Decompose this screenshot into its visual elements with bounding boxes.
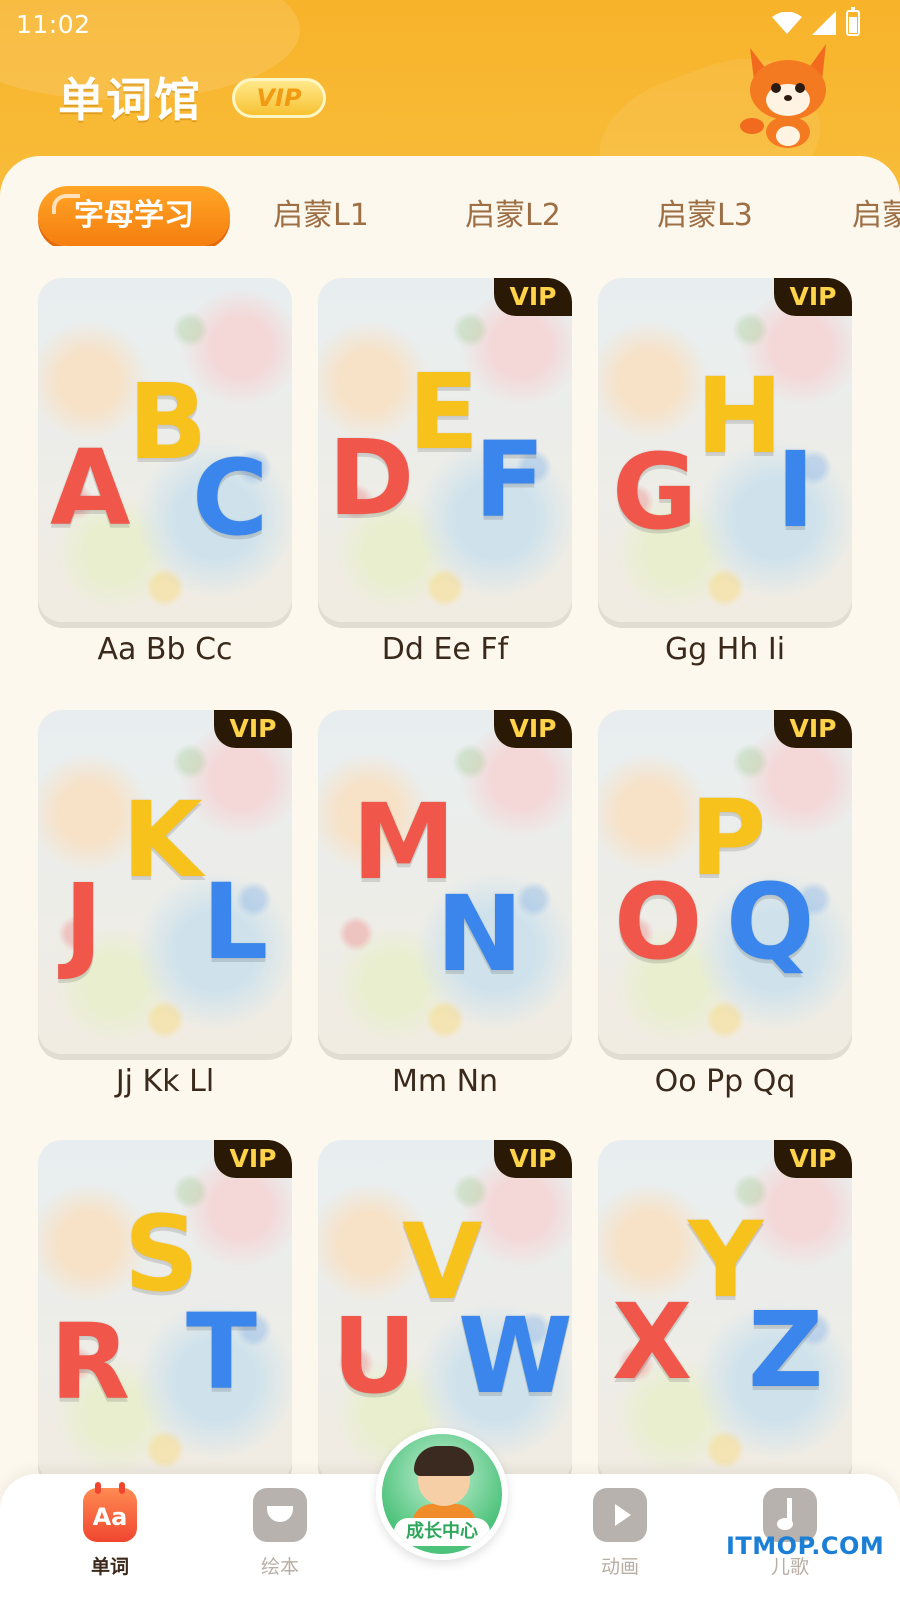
lesson-card[interactable]: A B C Aa Bb Cc	[38, 278, 292, 667]
card-letter: G	[612, 431, 698, 553]
lesson-card[interactable]: D E F VIP Dd Ee Ff	[318, 278, 572, 667]
card-letter: H	[696, 355, 784, 477]
card-letter: I	[776, 429, 815, 551]
card-letter: Z	[748, 1289, 824, 1411]
card-letter: T	[186, 1291, 257, 1413]
signal-icon	[812, 11, 836, 35]
card-letter: R	[50, 1301, 131, 1423]
lesson-card[interactable]: G H I VIP Gg Hh Ii	[598, 278, 852, 667]
lesson-card[interactable]: J K L VIP Jj Kk Ll	[38, 710, 292, 1099]
lesson-card[interactable]: M N VIP Mm Nn	[318, 710, 572, 1099]
vip-badge[interactable]: VIP	[232, 78, 326, 118]
play-tv-icon	[593, 1488, 647, 1542]
card-letter: W	[458, 1295, 572, 1417]
battery-icon	[846, 7, 860, 36]
vip-tag: VIP	[774, 1140, 852, 1178]
watermark: ITMOP.COM	[726, 1532, 885, 1560]
card-thumbnail: R S T VIP	[38, 1140, 292, 1484]
vip-tag: VIP	[774, 278, 852, 316]
card-title: Jj Kk Ll	[115, 1064, 215, 1099]
tab-level-2[interactable]: 启蒙L2	[465, 186, 561, 246]
growth-center-button[interactable]: 成长中心	[376, 1428, 508, 1560]
card-letter: E	[408, 351, 480, 473]
tab-level-next[interactable]: 启蒙	[852, 186, 900, 246]
vip-tag: VIP	[494, 278, 572, 316]
tab-level-1[interactable]: 启蒙L1	[273, 186, 369, 246]
card-thumbnail: G H I VIP	[598, 278, 852, 622]
vip-tag: VIP	[494, 1140, 572, 1178]
card-thumbnail: X Y Z VIP	[598, 1140, 852, 1484]
growth-center-label: 成长中心	[394, 1518, 490, 1546]
lesson-card[interactable]: R S T VIP	[38, 1140, 292, 1494]
card-title: Dd Ee Ff	[381, 632, 509, 667]
card-thumbnail: O P Q VIP	[598, 710, 852, 1054]
card-thumbnail: M N VIP	[318, 710, 572, 1054]
nav-books-label: 绘本	[260, 1556, 299, 1578]
picture-book-icon	[253, 1488, 307, 1542]
card-letter: L	[202, 861, 269, 983]
card-letter: D	[328, 417, 415, 539]
card-title: Aa Bb Cc	[97, 632, 233, 667]
card-letter: J	[64, 861, 103, 983]
vip-tag: VIP	[494, 710, 572, 748]
card-title: Gg Hh Ii	[664, 632, 786, 667]
vip-tag: VIP	[774, 710, 852, 748]
nav-words[interactable]: Aa 单词	[50, 1482, 170, 1579]
card-thumbnail: J K L VIP	[38, 710, 292, 1054]
status-time: 11:02	[16, 10, 91, 39]
page-title: 单词馆	[58, 73, 202, 127]
card-letter: N	[436, 873, 524, 995]
card-letter: X	[612, 1281, 693, 1403]
nav-picture-books[interactable]: 绘本	[220, 1488, 340, 1579]
tab-level-3[interactable]: 启蒙L3	[657, 186, 753, 246]
tab-alphabet[interactable]: 字母学习	[38, 186, 230, 246]
card-letter: F	[474, 419, 546, 541]
fox-mascot-icon	[740, 44, 826, 148]
vip-tag: VIP	[214, 1140, 292, 1178]
nav-animation-label: 动画	[600, 1556, 639, 1578]
nav-words-label: 单词	[90, 1556, 129, 1578]
lesson-card[interactable]: O P Q VIP Oo Pp Qq	[598, 710, 852, 1099]
card-letter: A	[50, 427, 131, 549]
card-title: Mm Nn	[391, 1064, 499, 1099]
card-letter: K	[122, 779, 203, 901]
lesson-card[interactable]: X Y Z VIP	[598, 1140, 852, 1494]
card-letter: Q	[726, 861, 815, 983]
card-title: Oo Pp Qq	[654, 1064, 796, 1099]
card-letter: C	[192, 437, 269, 559]
nav-animation[interactable]: 动画	[560, 1488, 680, 1579]
words-icon: Aa	[83, 1482, 137, 1542]
card-thumbnail: A B C	[38, 278, 292, 622]
vip-tag: VIP	[214, 710, 292, 748]
wifi-icon	[772, 12, 802, 34]
category-tabs: 字母学习 启蒙L1 启蒙L2 启蒙L3 启蒙	[38, 186, 900, 246]
card-thumbnail: D E F VIP	[318, 278, 572, 622]
main-content: 字母学习 启蒙L1 启蒙L2 启蒙L3 启蒙 A B C Aa Bb Cc D	[0, 156, 900, 1600]
